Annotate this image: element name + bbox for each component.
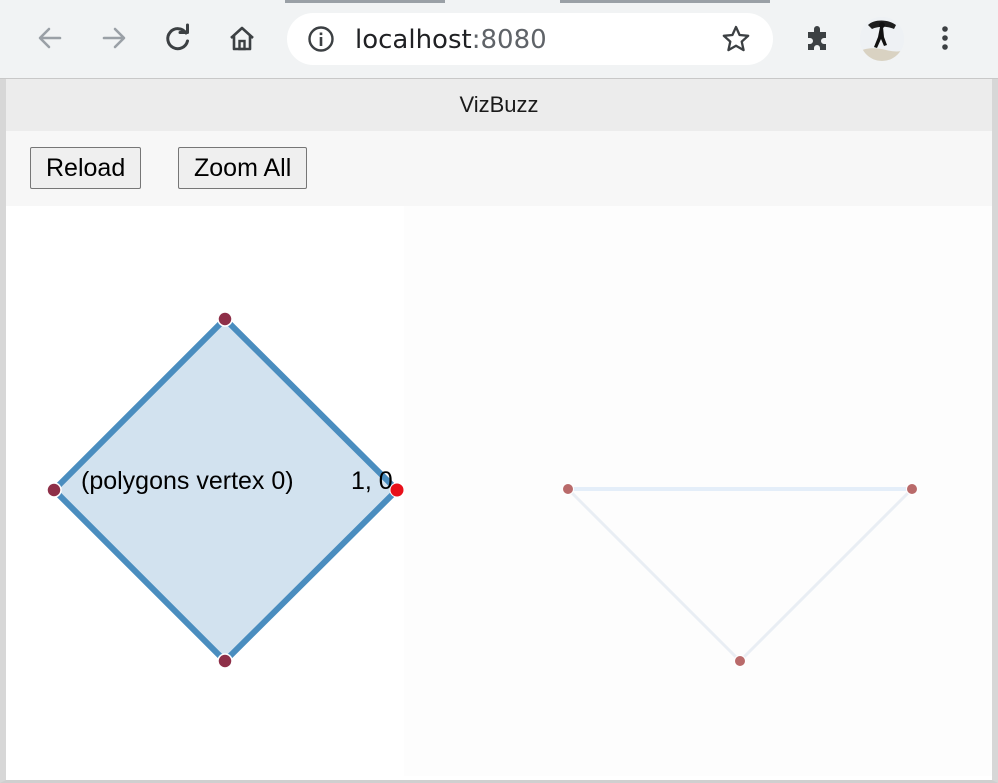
polygon-canvas[interactable]: (polygons vertex 0) 1, 0 bbox=[6, 206, 404, 776]
home-icon[interactable] bbox=[222, 18, 262, 58]
forward-icon[interactable] bbox=[94, 18, 134, 58]
address-port: :8080 bbox=[471, 25, 547, 55]
address-text[interactable]: localhost:8080 bbox=[355, 25, 547, 55]
address-host: localhost bbox=[355, 25, 472, 55]
triangle-edge bbox=[566, 487, 742, 663]
browser-toolbar: localhost:8080 bbox=[0, 0, 998, 79]
tab-edge bbox=[560, 0, 770, 3]
vertex-tooltip-label: (polygons vertex 0) bbox=[81, 467, 294, 495]
vertex-coordinate-label: 1, 0 bbox=[351, 467, 393, 495]
back-icon[interactable] bbox=[30, 18, 70, 58]
tab-edge bbox=[285, 0, 445, 3]
polygon-vertex[interactable] bbox=[46, 482, 62, 498]
triangle-vertex[interactable] bbox=[562, 483, 574, 495]
reload-button[interactable]: Reload bbox=[30, 147, 142, 189]
extensions-icon[interactable] bbox=[798, 18, 838, 58]
profile-avatar[interactable] bbox=[860, 17, 904, 61]
triangle-canvas[interactable] bbox=[404, 206, 992, 776]
triangle-scene bbox=[562, 483, 918, 667]
polygon-vertex[interactable] bbox=[217, 653, 233, 669]
polygon-vertex[interactable] bbox=[217, 311, 233, 327]
zoom-all-button[interactable]: Zoom All bbox=[178, 147, 308, 189]
triangle-vertex[interactable] bbox=[734, 655, 746, 667]
triangle-vertex[interactable] bbox=[906, 483, 918, 495]
reload-icon[interactable] bbox=[158, 18, 198, 58]
app-toolbar: Reload Zoom All bbox=[6, 131, 992, 206]
menu-icon[interactable] bbox=[925, 18, 965, 58]
star-icon[interactable] bbox=[721, 24, 751, 59]
info-icon[interactable] bbox=[307, 25, 335, 58]
address-bar[interactable]: localhost:8080 bbox=[287, 13, 773, 65]
triangle-edge bbox=[738, 487, 914, 663]
app-title: VizBuzz bbox=[6, 79, 992, 131]
